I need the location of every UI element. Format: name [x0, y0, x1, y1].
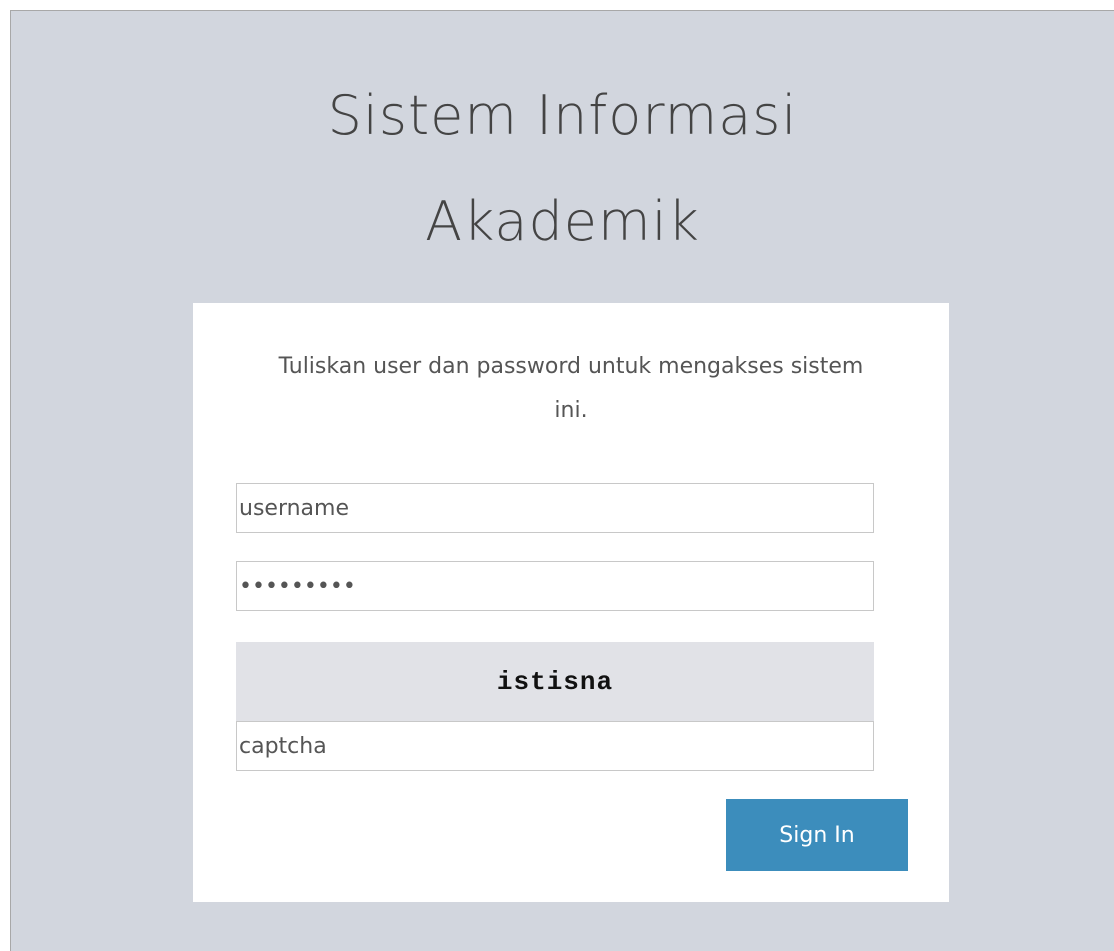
password-input[interactable] [236, 561, 874, 611]
login-message: Tuliskan user dan password untuk mengaks… [278, 354, 864, 423]
captcha-input[interactable] [236, 721, 874, 771]
login-page: Sistem Informasi Akademik Tuliskan user … [10, 10, 1114, 951]
page-title: Sistem Informasi Akademik [11, 63, 1114, 275]
page-title-line-1: Sistem Informasi [327, 84, 798, 147]
page-title-line-2: Akademik [425, 190, 700, 253]
login-box: Tuliskan user dan password untuk mengaks… [193, 303, 949, 902]
captcha-image: istisna [236, 642, 874, 721]
username-input[interactable] [236, 483, 874, 533]
sign-in-button[interactable]: Sign In [726, 799, 908, 871]
